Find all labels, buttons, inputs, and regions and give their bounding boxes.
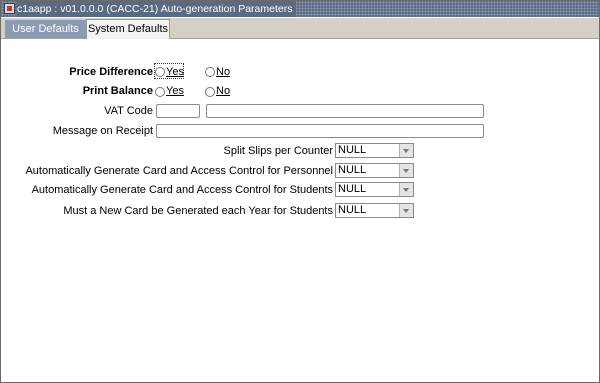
new-card-each-year-label: Must a New Card be Generated each Year f…: [63, 205, 333, 217]
vat-code-label: VAT Code: [104, 105, 153, 117]
auto-card-personnel-select[interactable]: NULL: [335, 163, 414, 178]
new-card-each-year-select[interactable]: NULL: [335, 203, 414, 218]
print-balance-yes-label[interactable]: Yes: [166, 84, 184, 98]
split-slips-value: NULL: [338, 144, 367, 156]
chevron-down-icon[interactable]: [399, 144, 413, 157]
app-window: c1aapp : v01.0.0.0 (CACC-21) Auto-genera…: [0, 0, 600, 383]
chevron-down-icon[interactable]: [399, 204, 413, 217]
message-on-receipt-label: Message on Receipt: [52, 125, 153, 137]
price-difference-yes-radio[interactable]: [155, 67, 165, 77]
price-difference-yes-label[interactable]: Yes: [166, 65, 184, 79]
auto-card-students-label: Automatically Generate Card and Access C…: [31, 184, 333, 196]
tab-bar: User Defaults System Defaults: [1, 18, 599, 39]
message-on-receipt-input[interactable]: [156, 124, 484, 138]
auto-card-personnel-label: Automatically Generate Card and Access C…: [25, 165, 333, 177]
vat-code-description-input[interactable]: [206, 104, 484, 118]
tab-system-defaults[interactable]: System Defaults: [86, 19, 170, 39]
split-slips-select[interactable]: NULL: [335, 143, 414, 158]
auto-card-students-select[interactable]: NULL: [335, 182, 414, 197]
split-slips-label: Split Slips per Counter: [223, 145, 333, 157]
vat-code-input[interactable]: [156, 104, 200, 118]
tab-user-defaults[interactable]: User Defaults: [5, 20, 86, 38]
price-difference-no-radio[interactable]: [205, 67, 215, 77]
chevron-down-icon[interactable]: [399, 183, 413, 196]
print-balance-yes-radio[interactable]: [155, 87, 165, 97]
title-bar: c1aapp : v01.0.0.0 (CACC-21) Auto-genera…: [1, 1, 599, 17]
auto-card-personnel-value: NULL: [338, 164, 367, 176]
price-difference-label: Price Difference: [69, 66, 153, 78]
price-difference-no-label[interactable]: No: [216, 65, 230, 79]
print-balance-label: Print Balance: [82, 85, 153, 97]
print-balance-no-label[interactable]: No: [216, 84, 230, 98]
new-card-each-year-value: NULL: [338, 204, 367, 216]
chevron-down-icon[interactable]: [399, 164, 413, 177]
window-title: c1aapp : v01.0.0.0 (CACC-21) Auto-genera…: [17, 1, 297, 17]
auto-card-students-value: NULL: [338, 183, 367, 195]
print-balance-no-radio[interactable]: [205, 87, 215, 97]
app-window-icon[interactable]: [4, 3, 15, 14]
